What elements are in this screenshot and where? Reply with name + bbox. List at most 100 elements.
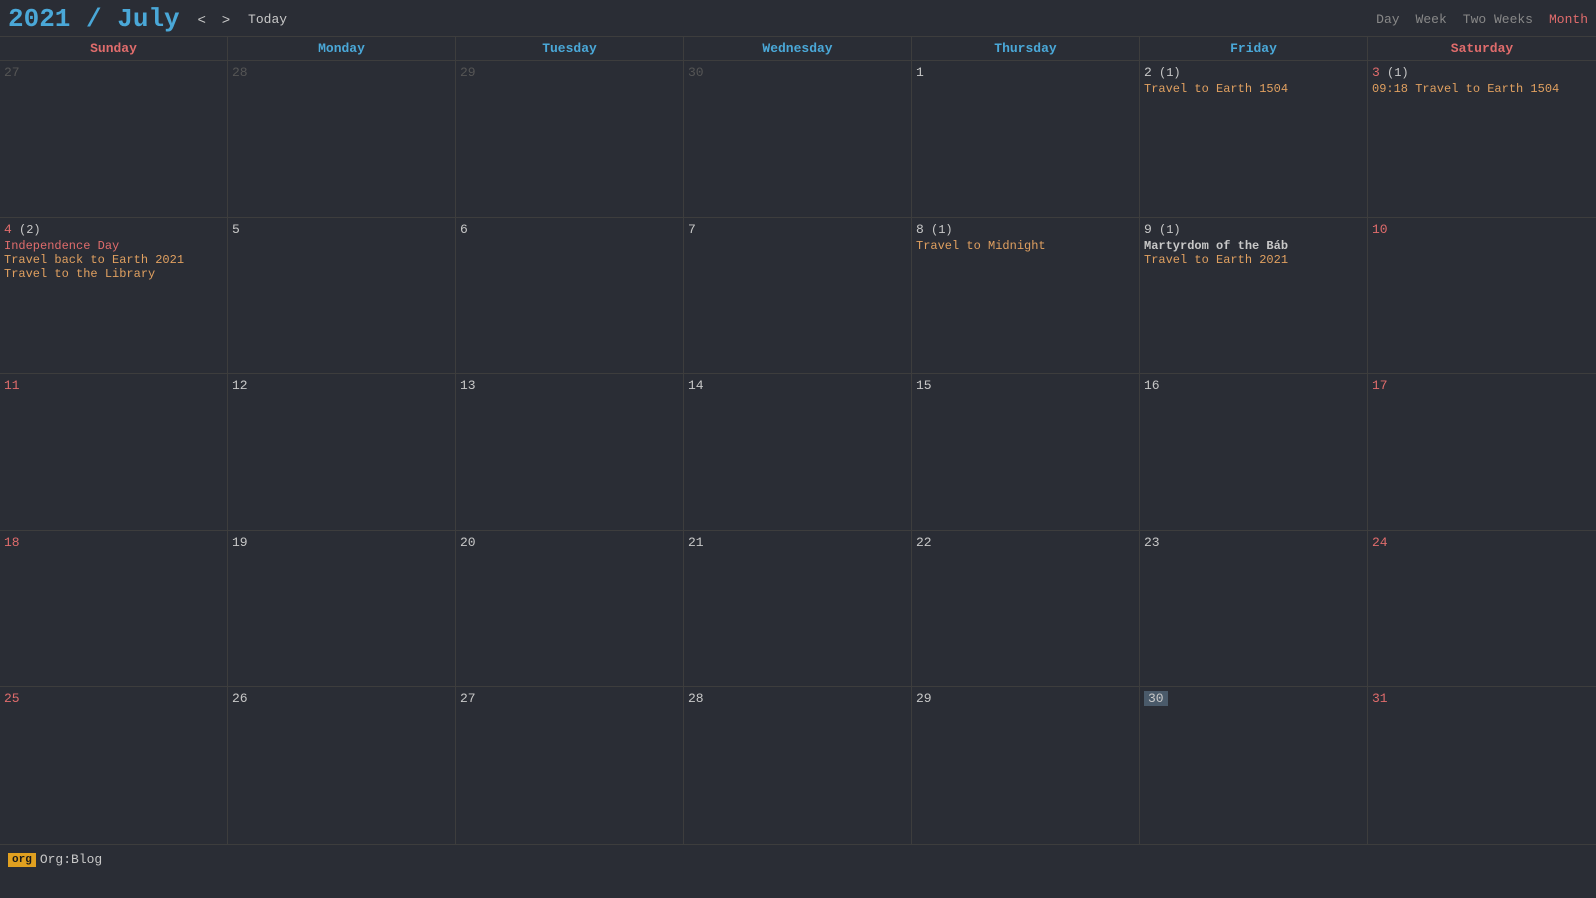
day-cell[interactable]: 21 [684,531,912,687]
day-cell[interactable]: 27 [0,61,228,217]
day-number: 26 [232,691,248,706]
day-cell[interactable]: 26 [228,687,456,844]
day-cell[interactable]: 27 [456,687,684,844]
today-button[interactable]: Today [240,10,295,29]
day-number-line: 11 [4,378,223,395]
day-number-line: 27 [460,691,679,708]
calendar-grid: SundayMondayTuesdayWednesdayThursdayFrid… [0,36,1596,844]
day-header-sunday: Sunday [0,37,228,60]
day-number-line: 6 [460,222,679,239]
day-number-line: 29 [916,691,1135,708]
day-number: 22 [916,535,932,550]
two-weeks-view-option[interactable]: Two Weeks [1463,12,1533,27]
day-number: 5 [232,222,240,237]
day-number: 6 [460,222,468,237]
day-number-line: 16 [1144,378,1363,395]
footer-bar: org Org:Blog [0,844,1596,874]
day-cell[interactable]: 14 [684,374,912,530]
day-header-friday: Friday [1140,37,1368,60]
day-number: 18 [4,535,20,550]
day-cell[interactable]: 12 [228,374,456,530]
day-cell[interactable]: 4 (2)Independence DayTravel back to Eart… [0,218,228,374]
day-number: 30 [1144,691,1168,706]
event-count: (1) [1380,66,1409,80]
calendar-title: 2021 / July [8,4,180,34]
calendar-event[interactable]: Travel back to Earth 2021 [4,253,223,267]
day-number-line: 21 [688,535,907,552]
day-number-line: 15 [916,378,1135,395]
day-number-line: 23 [1144,535,1363,552]
calendar-event[interactable]: Martyrdom of the Báb [1144,239,1363,253]
day-cell[interactable]: 28 [684,687,912,844]
day-cell[interactable]: 8 (1)Travel to Midnight [912,218,1140,374]
day-number-line: 24 [1372,535,1592,552]
day-cell[interactable]: 23 [1140,531,1368,687]
day-cell[interactable]: 20 [456,531,684,687]
week-row-4: 18 192021 22 23 24 [0,531,1596,688]
day-number-line: 4 (2) [4,222,223,239]
day-header-saturday: Saturday [1368,37,1596,60]
day-number-line: 1 [916,65,1135,82]
day-cell[interactable]: 30 [684,61,912,217]
calendar-event[interactable]: 09:18 Travel to Earth 1504 [1372,82,1592,96]
day-cell[interactable]: 29 [912,687,1140,844]
day-number-line: 2 (1) [1144,65,1363,82]
day-number: 25 [4,691,20,706]
calendar-event[interactable]: Travel to Earth 2021 [1144,253,1363,267]
day-cell[interactable]: 10 [1368,218,1596,374]
day-cell[interactable]: 30 [1140,687,1368,844]
day-cell[interactable]: 17 [1368,374,1596,530]
day-cell[interactable]: 13 [456,374,684,530]
day-cell[interactable]: 18 [0,531,228,687]
month-view-option[interactable]: Month [1549,12,1588,27]
calendar-event[interactable]: Travel to Midnight [916,239,1135,253]
week-row-3: 11 12 13 1415 16 17 [0,374,1596,531]
day-number: 23 [1144,535,1160,550]
calendar-event[interactable]: Travel to Earth 1504 [1144,82,1363,96]
day-cell[interactable]: 28 [228,61,456,217]
day-number: 24 [1372,535,1388,550]
day-number-line: 12 [232,378,451,395]
day-cell[interactable]: 5 [228,218,456,374]
week-row-1: 2728293012 (1)Travel to Earth 15043 (1)0… [0,61,1596,218]
day-cell[interactable]: 7 [684,218,912,374]
calendar-event[interactable]: Travel to the Library [4,267,223,281]
day-cell[interactable]: 24 [1368,531,1596,687]
day-cell[interactable]: 15 [912,374,1140,530]
day-number: 28 [688,691,704,706]
day-number: 1 [916,65,924,80]
next-button[interactable]: > [216,9,236,29]
day-cell[interactable]: 2 (1)Travel to Earth 1504 [1140,61,1368,217]
day-cell[interactable]: 31 [1368,687,1596,844]
weeks-grid: 2728293012 (1)Travel to Earth 15043 (1)0… [0,61,1596,844]
day-number: 2 [1144,65,1152,80]
prev-button[interactable]: < [192,9,212,29]
day-number-line: 8 (1) [916,222,1135,239]
event-count: (2) [12,223,41,237]
view-options: Day Week Two Weeks Month [1376,12,1588,27]
day-number-line: 17 [1372,378,1592,395]
day-number: 7 [688,222,696,237]
day-cell[interactable]: 1 [912,61,1140,217]
day-cell[interactable]: 29 [456,61,684,217]
day-number-line: 22 [916,535,1135,552]
day-cell[interactable]: 6 [456,218,684,374]
day-cell[interactable]: 11 [0,374,228,530]
day-view-option[interactable]: Day [1376,12,1399,27]
week-view-option[interactable]: Week [1416,12,1447,27]
day-cell[interactable]: 16 [1140,374,1368,530]
day-cell[interactable]: 25 [0,687,228,844]
day-number-line: 13 [460,378,679,395]
event-count: (1) [1152,66,1181,80]
month-label: July [117,4,179,34]
day-cell[interactable]: 9 (1)Martyrdom of the BábTravel to Earth… [1140,218,1368,374]
day-number-line: 26 [232,691,451,708]
day-number: 27 [460,691,476,706]
day-cell[interactable]: 19 [228,531,456,687]
day-cell[interactable]: 3 (1) 09:18 Travel to Earth 1504 [1368,61,1596,217]
day-number-line: 10 [1372,222,1592,239]
day-cell[interactable]: 22 [912,531,1140,687]
calendar-event[interactable]: Independence Day [4,239,223,253]
day-number: 12 [232,378,248,393]
day-number: 3 [1372,65,1380,80]
